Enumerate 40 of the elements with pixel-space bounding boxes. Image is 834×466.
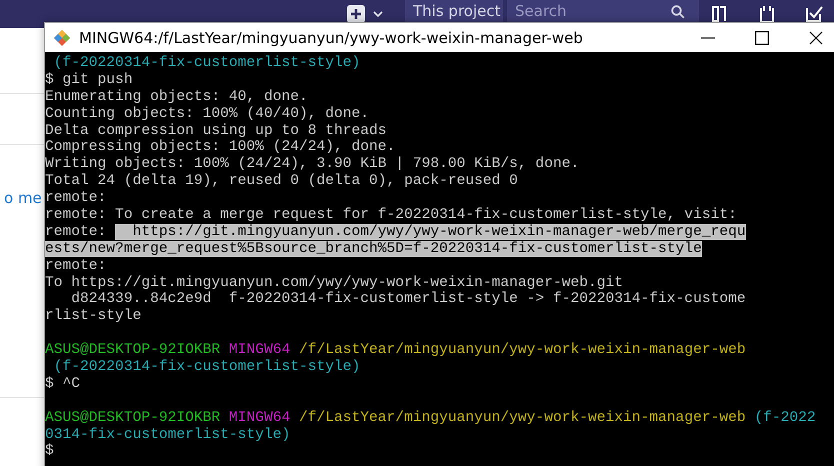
terminal-text: ASUS@DESKTOP-92IOKBR (45, 342, 220, 358)
terminal-text: rlist-style (45, 308, 142, 324)
selected-text: ests/new?merge_request%5Bsource_branch%5D=f-20220314-fix-customerlist-style (45, 240, 702, 257)
terminal-text: (f-2022 (753, 410, 816, 426)
terminal-text: /f/LastYear/mingyuanyun/ywy-work-weixin-manager-web (298, 410, 746, 426)
terminal-text: remote: (45, 190, 106, 206)
terminal-text: $ git push (45, 72, 133, 88)
window-title: MINGW64:/f/LastYear/mingyuanyun/ywy-work-weixin-manager-web (79, 28, 583, 46)
terminal-text: remote: To create a merge request for f-20220314-fix-customerlist-style, visit: (45, 207, 737, 224)
terminal-text: Writing objects: 100% (24/24), 3.90 KiB | 798.00 KiB/s, done. (45, 156, 580, 172)
minimize-icon[interactable] (701, 36, 715, 38)
search-field[interactable]: Search (507, 0, 699, 22)
diamond-logo-icon (53, 28, 71, 46)
terminal-text: (f-20220314-fix-customerlist-style) (52, 55, 360, 71)
terminal-text: MINGW64 (228, 410, 290, 426)
close-icon[interactable] (809, 30, 823, 44)
terminal-text: d824339..84c2e9d f-20220314-fix-customerlist-style -> f-20220314-fix-custome (70, 291, 746, 308)
terminal-text: $ (45, 443, 54, 460)
terminal-text: Enumerating objects: 40, done. (45, 88, 308, 105)
terminal-text: Compressing objects: 100% (24/24), done. (45, 139, 396, 156)
terminal-text: /f/LastYear/mingyuanyun/ywy-work-weixin-manager-web (298, 342, 746, 358)
terminal-text: (f-20220314-fix-customerlist-style) (54, 359, 360, 376)
terminal-text: remote: (45, 258, 106, 274)
terminal-text: Total 24 (delta 19), reused 0 (delta 0), pack-reused 0 (45, 173, 518, 190)
scope-button[interactable]: This project (405, 0, 503, 22)
terminal-text: 0314-fix-customerlist-style) (45, 426, 290, 443)
terminal-text: Counting objects: 100% (40/40), done. (45, 106, 370, 122)
search-icon (671, 5, 685, 19)
terminal-text: ASUS@DESKTOP-92IOKBR (45, 410, 220, 426)
terminal-text: remote: (45, 224, 108, 240)
maximize-icon[interactable] (755, 30, 769, 44)
terminal-text: $ ^C (45, 376, 80, 392)
page-link[interactable]: o me (4, 189, 42, 207)
checklist-icon[interactable] (805, 5, 823, 23)
terminal-text: Delta compression using up to 8 threads (45, 122, 387, 139)
terminal-text: To https://git.mingyuanyun.com/ywy/ywy-work-weixin-manager-web.git (45, 274, 624, 291)
selected-text: https://git.mingyuanyun.com/ywy/ywy-work-weixin-manager-web/merge_requ (115, 224, 746, 240)
plus-icon[interactable] (347, 5, 365, 23)
caret-icon[interactable] (373, 11, 383, 17)
terminal-text: MINGW64 (228, 342, 290, 358)
